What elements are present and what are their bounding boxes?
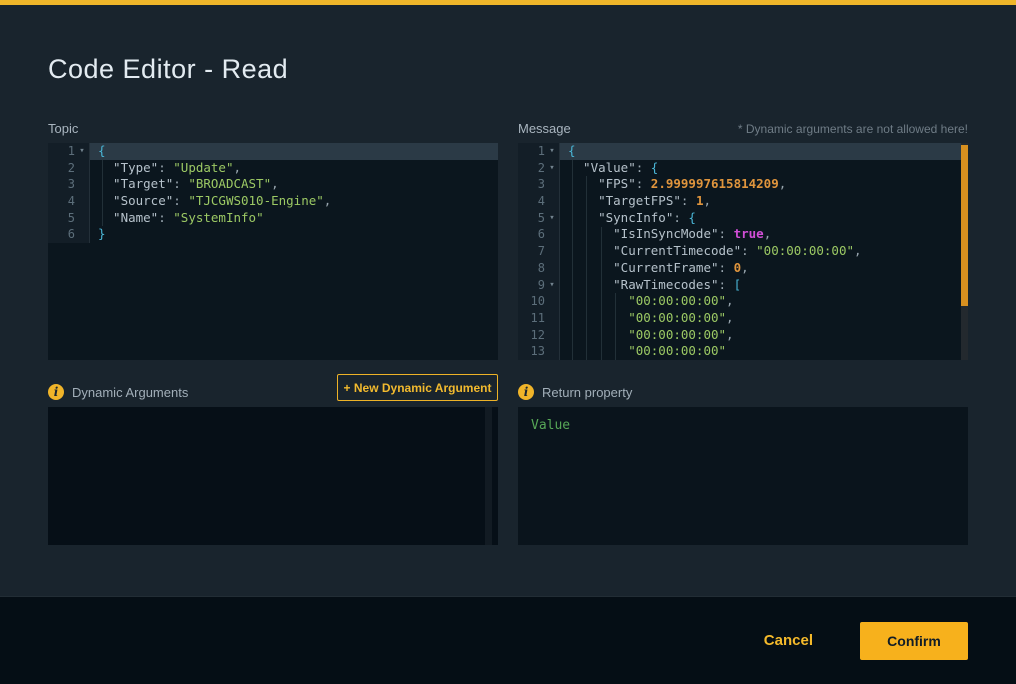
code-text: "Name": "SystemInfo"	[90, 210, 498, 227]
line-number: 9	[518, 277, 545, 294]
code-text: "IsInSyncMode": true,	[560, 226, 968, 243]
fold-arrow-icon[interactable]: ▾	[75, 143, 90, 160]
line-number: 6	[518, 226, 545, 243]
fold-gutter	[545, 310, 560, 327]
code-text: "CurrentTimecode": "00:00:00:00",	[560, 243, 968, 260]
fold-gutter	[545, 176, 560, 193]
code-text: "Type": "Update",	[90, 160, 498, 177]
line-number: 12	[518, 327, 545, 344]
line-number: 3	[518, 176, 545, 193]
line-number: 13	[518, 343, 545, 360]
fold-gutter	[75, 160, 90, 177]
code-text: {	[560, 143, 968, 160]
info-icon[interactable]: i	[48, 384, 64, 400]
code-line: 1▾{	[518, 143, 968, 160]
message-scrollbar-track[interactable]	[961, 143, 968, 360]
fold-gutter	[75, 226, 90, 243]
line-number: 6	[48, 226, 75, 243]
code-text: {	[90, 143, 498, 160]
fold-arrow-icon[interactable]: ▾	[545, 210, 560, 227]
line-number: 2	[518, 160, 545, 177]
dynamic-arguments-header: i Dynamic Arguments	[48, 378, 188, 406]
code-text: "Value": {	[560, 160, 968, 177]
page-title: Code Editor - Read	[48, 54, 288, 85]
code-text: "00:00:00:00",	[560, 327, 968, 344]
code-text: "00:00:00:00",	[560, 293, 968, 310]
fold-gutter	[545, 243, 560, 260]
line-number: 4	[48, 193, 75, 210]
message-scrollbar-thumb[interactable]	[961, 145, 968, 306]
topic-label: Topic	[48, 121, 78, 136]
new-dynamic-argument-button[interactable]: + New Dynamic Argument	[337, 374, 498, 401]
cancel-button[interactable]: Cancel	[764, 632, 813, 649]
code-line: 1▾{	[48, 143, 498, 160]
dynamic-arguments-scrollbar[interactable]	[485, 407, 492, 545]
line-number: 8	[518, 260, 545, 277]
code-line: 6}	[48, 226, 498, 243]
dynamic-arguments-label: Dynamic Arguments	[72, 385, 188, 400]
code-text: }	[90, 226, 498, 243]
return-property-header: i Return property	[518, 378, 632, 406]
code-text: "00:00:00:00",	[560, 310, 968, 327]
indent-guide	[102, 160, 103, 227]
code-text: "FPS": 2.999997615814209,	[560, 176, 968, 193]
fold-arrow-icon[interactable]: ▾	[545, 277, 560, 294]
line-number: 7	[518, 243, 545, 260]
line-number: 1	[48, 143, 75, 160]
line-number: 4	[518, 193, 545, 210]
fold-gutter	[75, 210, 90, 227]
code-line: 4 "Source": "TJCGWS010-Engine",	[48, 193, 498, 210]
dialog-footer: Cancel Confirm	[0, 596, 1016, 684]
fold-gutter	[545, 293, 560, 310]
accent-top-bar	[0, 0, 1016, 5]
fold-gutter	[75, 193, 90, 210]
fold-gutter	[545, 193, 560, 210]
indent-guide	[615, 293, 616, 360]
line-number: 2	[48, 160, 75, 177]
fold-gutter	[75, 176, 90, 193]
message-code-editor[interactable]: 1▾{2▾ "Value": {3 "FPS": 2.9999976158142…	[518, 143, 968, 360]
line-number: 5	[518, 210, 545, 227]
return-property-label: Return property	[542, 385, 632, 400]
fold-arrow-icon[interactable]: ▾	[545, 160, 560, 177]
return-property-field[interactable]: Value	[518, 407, 968, 545]
topic-code-editor[interactable]: 1▾{2 "Type": "Update",3 "Target": "BROAD…	[48, 143, 498, 360]
line-number: 10	[518, 293, 545, 310]
line-number: 11	[518, 310, 545, 327]
code-text: "Source": "TJCGWS010-Engine",	[90, 193, 498, 210]
return-property-value[interactable]: Value	[518, 407, 968, 433]
fold-gutter	[545, 327, 560, 344]
dynamic-args-warning-note: * Dynamic arguments are not allowed here…	[738, 122, 968, 136]
code-line: 5 "Name": "SystemInfo"	[48, 210, 498, 227]
fold-gutter	[545, 226, 560, 243]
line-number: 1	[518, 143, 545, 160]
code-line: 2 "Type": "Update",	[48, 160, 498, 177]
code-text: "SyncInfo": {	[560, 210, 968, 227]
code-editor-dialog: Code Editor - Read Topic Message * Dynam…	[0, 0, 1016, 684]
code-line: 2▾ "Value": {	[518, 160, 968, 177]
code-text: "RawTimecodes": [	[560, 277, 968, 294]
code-text: "TargetFPS": 1,	[560, 193, 968, 210]
code-text: "Target": "BROADCAST",	[90, 176, 498, 193]
indent-guide	[586, 176, 587, 360]
line-number: 5	[48, 210, 75, 227]
fold-arrow-icon[interactable]: ▾	[545, 143, 560, 160]
indent-guide	[572, 160, 573, 360]
info-icon[interactable]: i	[518, 384, 534, 400]
fold-gutter	[545, 343, 560, 360]
line-number: 3	[48, 176, 75, 193]
dynamic-arguments-panel[interactable]	[48, 407, 498, 545]
message-label: Message	[518, 121, 571, 136]
confirm-button[interactable]: Confirm	[860, 622, 968, 660]
code-text: "00:00:00:00"	[560, 343, 968, 360]
indent-guide	[601, 227, 602, 361]
fold-gutter	[545, 260, 560, 277]
code-text: "CurrentFrame": 0,	[560, 260, 968, 277]
code-line: 3 "Target": "BROADCAST",	[48, 176, 498, 193]
